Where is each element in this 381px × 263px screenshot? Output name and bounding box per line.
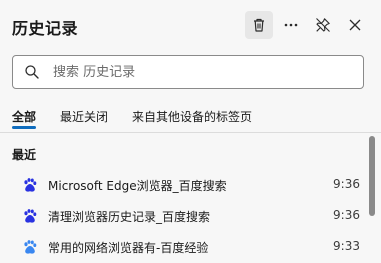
history-item-time: 9:36 — [333, 208, 360, 222]
scrollbar-thumb[interactable] — [369, 136, 375, 216]
baidu-paw-icon — [24, 178, 37, 192]
trash-icon — [254, 18, 264, 32]
history-item-time: 9:33 — [333, 239, 360, 253]
unpin-button[interactable] — [309, 11, 337, 39]
close-button[interactable] — [341, 11, 369, 39]
search-box[interactable] — [12, 55, 364, 89]
baidu-paw-icon — [24, 209, 37, 223]
history-header: 历史记录 — [0, 0, 381, 52]
search-icon — [25, 65, 39, 79]
page-title: 历史记录 — [12, 19, 79, 38]
history-item[interactable]: 常用的网络浏览器有-百度经验 9:33 — [12, 234, 364, 260]
close-icon — [349, 19, 361, 31]
search-input[interactable] — [53, 61, 353, 83]
tab-recently-closed[interactable]: 最近关闭 — [60, 108, 108, 125]
history-item-title: 常用的网络浏览器有-百度经验 — [48, 241, 209, 255]
history-item[interactable]: 清理浏览器历史记录_百度搜索 9:36 — [12, 203, 364, 229]
history-item[interactable]: Microsoft Edge浏览器_百度搜索 9:36 — [12, 172, 364, 198]
history-item-title: Microsoft Edge浏览器_百度搜索 — [48, 179, 227, 193]
tab-other-devices[interactable]: 来自其他设备的标签页 — [132, 108, 252, 125]
history-item-time: 9:36 — [333, 177, 360, 191]
more-options-button[interactable] — [277, 11, 305, 39]
unpin-icon — [316, 18, 330, 32]
history-item-title: 清理浏览器历史记录_百度搜索 — [48, 210, 211, 224]
tab-all[interactable]: 全部 — [12, 108, 36, 125]
section-recent-title: 最近 — [12, 148, 37, 162]
baidu-paw-icon — [24, 240, 37, 254]
tabs-divider — [0, 132, 381, 133]
more-icon — [284, 23, 298, 27]
delete-history-button[interactable] — [245, 11, 273, 39]
active-tab-indicator — [12, 126, 36, 129]
